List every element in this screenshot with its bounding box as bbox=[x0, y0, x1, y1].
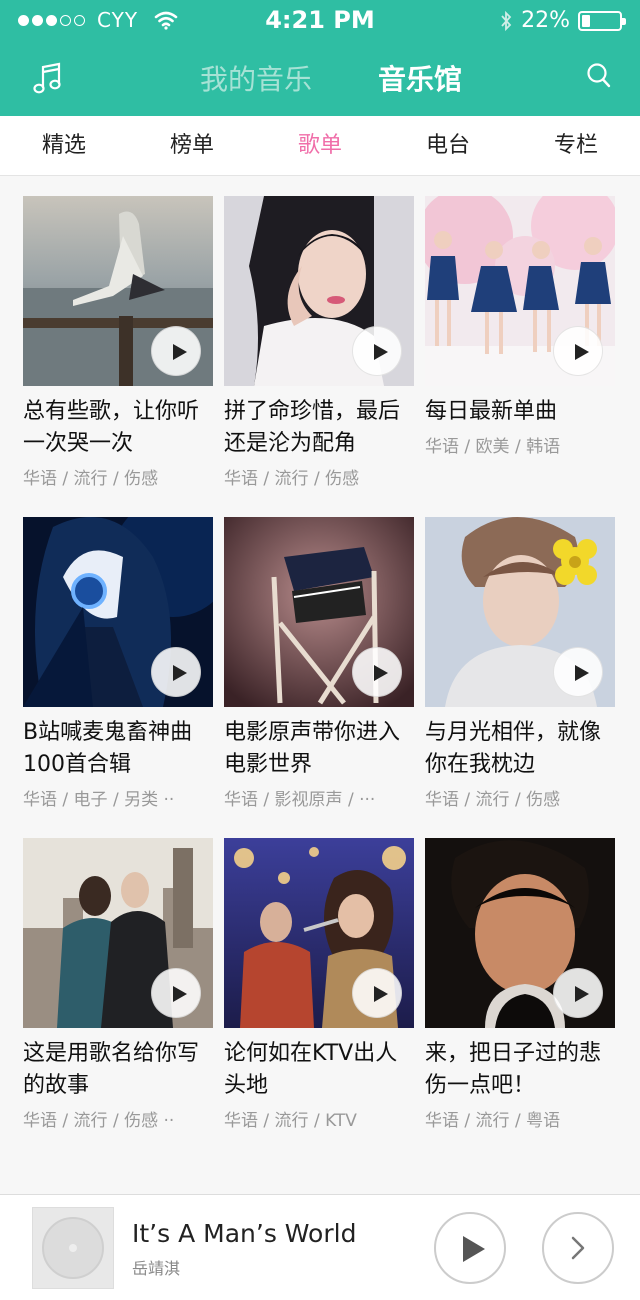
tab-my-music[interactable]: 我的音乐 bbox=[200, 58, 312, 98]
playlist-tags: 华语 / 欧美 / 韩语 bbox=[425, 437, 561, 457]
play-icon[interactable] bbox=[151, 647, 201, 697]
subtab-radio[interactable]: 电台 bbox=[384, 116, 512, 175]
battery-level-fill bbox=[582, 14, 590, 27]
status-bar: CYY 4:21 PM 22% bbox=[0, 0, 640, 40]
song-artist: 岳靖淇 bbox=[132, 1259, 181, 1278]
top-nav: 我的音乐 音乐馆 bbox=[0, 40, 640, 116]
chevron-right-icon bbox=[571, 1236, 585, 1260]
song-title[interactable]: It’s A Man’s World bbox=[132, 1219, 356, 1248]
disc-icon bbox=[42, 1217, 104, 1279]
battery-percent: 22% bbox=[521, 8, 570, 33]
bluetooth-icon bbox=[501, 10, 512, 31]
playlist-tags: 华语 / 流行 / 伤感 bbox=[23, 469, 159, 489]
playlist-tags: 华语 / 流行 / 伤感 bbox=[425, 790, 561, 810]
play-icon[interactable] bbox=[553, 968, 603, 1018]
music-note-icon[interactable] bbox=[32, 62, 64, 96]
subtab-playlists[interactable]: 歌单 bbox=[256, 116, 384, 175]
playlist-title[interactable]: 总有些歌，让你听一次哭一次 bbox=[23, 396, 213, 460]
play-icon[interactable] bbox=[151, 968, 201, 1018]
playlist-title[interactable]: B站喊麦鬼畜神曲100首合辑 bbox=[23, 717, 213, 781]
playlist-title[interactable]: 拼了命珍惜，最后还是沦为配角 bbox=[224, 396, 414, 460]
battery-icon bbox=[578, 10, 626, 31]
play-icon[interactable] bbox=[553, 326, 603, 376]
search-icon[interactable] bbox=[586, 62, 612, 90]
album-art[interactable] bbox=[32, 1207, 114, 1289]
playlist-tags: 华语 / 流行 / 伤感 bbox=[224, 469, 360, 489]
play-icon[interactable] bbox=[352, 647, 402, 697]
category-tabs: 精选 榜单 歌单 电台 专栏 bbox=[0, 116, 640, 176]
playlist-title[interactable]: 论何如在KTV出人头地 bbox=[224, 1038, 414, 1102]
play-icon[interactable] bbox=[352, 326, 402, 376]
play-icon[interactable] bbox=[151, 326, 201, 376]
play-icon[interactable] bbox=[352, 968, 402, 1018]
playlist-title[interactable]: 与月光相伴，就像你在我枕边 bbox=[425, 717, 615, 781]
subtab-columns[interactable]: 专栏 bbox=[512, 116, 640, 175]
playlist-title[interactable]: 电影原声带你进入电影世界 bbox=[224, 717, 414, 781]
mini-player[interactable]: It’s A Man’s World 岳靖淇 bbox=[0, 1194, 640, 1300]
playlist-tags: 华语 / 影视原声 / ··· bbox=[224, 790, 376, 810]
playlist-tags: 华语 / 流行 / 粤语 bbox=[425, 1111, 561, 1131]
playlist-tags: 华语 / 流行 / KTV bbox=[224, 1111, 357, 1131]
next-button[interactable] bbox=[542, 1212, 614, 1284]
subtab-charts[interactable]: 榜单 bbox=[128, 116, 256, 175]
playlist-title[interactable]: 这是用歌名给你写的故事 bbox=[23, 1038, 213, 1102]
play-icon[interactable] bbox=[553, 647, 603, 697]
app-header: CYY 4:21 PM 22% 我的音乐 音乐馆 bbox=[0, 0, 640, 116]
tab-music-hall[interactable]: 音乐馆 bbox=[378, 58, 462, 98]
playlist-title[interactable]: 来，把日子过的悲伤一点吧！ bbox=[425, 1038, 615, 1102]
playlist-tags: 华语 / 流行 / 伤感 ·· bbox=[23, 1111, 175, 1131]
play-button[interactable] bbox=[434, 1212, 506, 1284]
subtab-featured[interactable]: 精选 bbox=[0, 116, 128, 175]
playlist-tags: 华语 / 电子 / 另类 ·· bbox=[23, 790, 175, 810]
